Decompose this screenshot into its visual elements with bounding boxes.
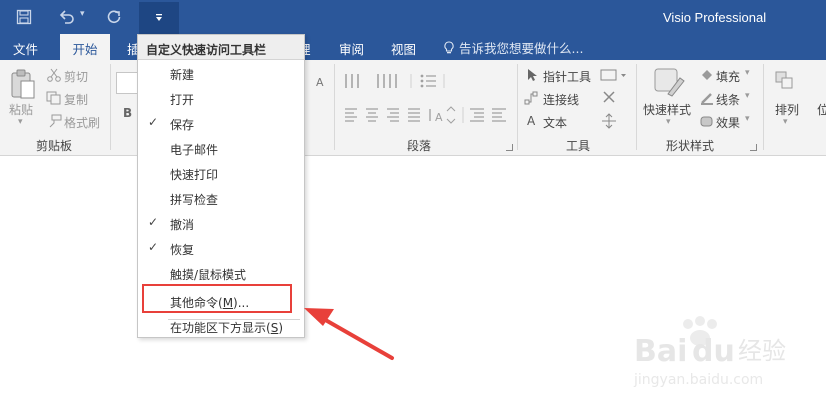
baidu-jingyan-watermark: Bai du 经验 jingyan.baidu.com: [633, 316, 786, 388]
svg-text:du: du: [692, 334, 735, 369]
svg-text:经验: 经验: [738, 337, 786, 365]
svg-text:Bai: Bai: [634, 334, 687, 369]
svg-text:jingyan.baidu.com: jingyan.baidu.com: [633, 372, 763, 388]
